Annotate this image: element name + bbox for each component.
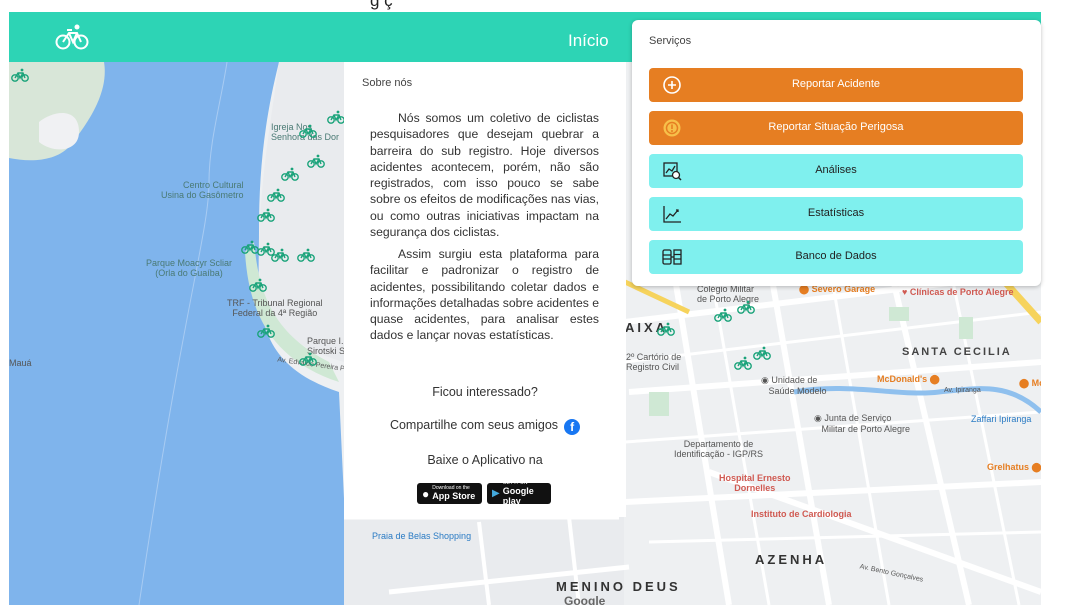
share-row: Compartilhe com seus amigos f	[344, 418, 626, 435]
map-label-praia: Praia de Belas Shopping	[372, 531, 472, 541]
clipped-header-text: g ç	[0, 0, 1066, 10]
bike-marker-icon[interactable]	[299, 124, 317, 138]
google-play-text: Google play	[502, 486, 534, 506]
services-title: Serviços	[649, 35, 692, 47]
map-label-parque-moacyr: Parque Moacyr Scliar (Orla do Guaíba)	[146, 258, 233, 278]
about-paragraph-1: Nós somos um coletivo de ciclistas pesqu…	[370, 111, 599, 240]
share-text: Compartilhe com seus amigos	[389, 418, 559, 432]
bike-marker-icon[interactable]	[657, 322, 675, 336]
report-accident-label: Reportar Acidente	[791, 78, 881, 90]
bike-marker-icon[interactable]	[249, 278, 267, 292]
bike-marker-icon[interactable]	[257, 208, 275, 222]
map-label-instituto: Instituto de Cardiologia	[751, 509, 852, 519]
map-label-azenha: AZENHA	[755, 552, 828, 567]
bike-marker-icon[interactable]	[753, 346, 771, 360]
bike-marker-icon[interactable]	[257, 324, 275, 338]
map-label-hospital: Hospital Ernesto Dornelles	[719, 473, 791, 493]
report-accident-button[interactable]: Reportar Acidente	[649, 68, 1023, 102]
map-label-clinicas: ♥ Clínicas de Porto Alegre	[902, 287, 1014, 297]
database-label: Banco de Dados	[795, 250, 877, 262]
bicycle-logo-icon[interactable]	[55, 22, 89, 52]
map-label-google: Google	[564, 594, 606, 605]
map-label-moita: ⬤ Moita L.	[1019, 378, 1041, 388]
apple-icon: ●	[422, 486, 430, 501]
analyses-button[interactable]: Análises	[649, 154, 1023, 188]
about-panel: Sobre nós Nós somos um coletivo de cicli…	[344, 62, 626, 517]
report-danger-button[interactable]: Reportar Situação Perigosa	[649, 111, 1023, 145]
facebook-icon[interactable]: f	[564, 419, 581, 435]
bike-marker-icon[interactable]	[11, 68, 29, 82]
map-label-menino-deus: MENINO DEUS	[556, 579, 681, 594]
google-play-button[interactable]: ▶ GET IT ON Google play	[487, 481, 551, 506]
app-store-button[interactable]: ● Download on the App Store	[417, 483, 482, 504]
about-paragraph-2: Assim surgiu esta plataforma para facili…	[370, 247, 599, 343]
statistics-label: Estatísticas	[807, 207, 865, 219]
nav-home-link[interactable]: Início	[568, 31, 609, 51]
map-label-santa-cecilia: SANTA CECILIA	[902, 346, 1012, 358]
bike-marker-icon[interactable]	[297, 248, 315, 262]
map-label-departamento: Departamento de Identificação - IGP/RS	[674, 439, 764, 459]
play-icon: ▶	[492, 488, 500, 499]
bike-marker-icon[interactable]	[734, 356, 752, 370]
bike-marker-icon[interactable]	[307, 154, 325, 168]
map-label-trf: TRF - Tribunal Regional Federal da 4ª Reg…	[227, 298, 323, 318]
map-label-cartorio: 2º Cartório de Registro Civil	[626, 352, 682, 372]
analyses-label: Análises	[815, 164, 857, 176]
clipped-title-text: g ç	[370, 0, 393, 10]
bike-marker-icon[interactable]	[714, 308, 732, 322]
map-label-unidade: ◉ Unidade de Saúde Modelo	[761, 375, 827, 396]
map-label-av-ipiranga: Av. Ipiranga	[944, 387, 981, 394]
app-store-text: App Store	[432, 491, 476, 501]
map-label-centro-cultural: Centro Cultural Usina do Gasômetro	[161, 180, 244, 200]
report-danger-label: Reportar Situação Perigosa	[768, 121, 904, 133]
bike-marker-icon[interactable]	[271, 248, 289, 262]
statistics-button[interactable]: Estatísticas	[649, 197, 1023, 231]
bike-marker-icon[interactable]	[299, 352, 317, 366]
map-label-grelhatus: Grelhatus ⬤	[987, 462, 1041, 472]
map-label-junta: ◉ Junta de Serviço Militar de Porto Aleg…	[814, 413, 911, 434]
services-panel: Serviços Reportar Acidente Reportar Situ…	[632, 20, 1041, 286]
map-label-mcdonalds: McDonald's ⬤	[877, 374, 940, 384]
download-text: Baixe o Aplicativo na	[427, 453, 543, 467]
interested-text: Ficou interessado?	[432, 385, 538, 399]
map-label-zaffari: Zaffari Ipiranga	[971, 414, 1032, 424]
bike-marker-icon[interactable]	[267, 188, 285, 202]
about-title: Sobre nós	[362, 77, 413, 89]
bike-marker-icon[interactable]	[327, 110, 345, 124]
bike-marker-icon[interactable]	[737, 300, 755, 314]
bike-marker-icon[interactable]	[281, 167, 299, 181]
database-button[interactable]: Banco de Dados	[649, 240, 1023, 274]
map-label-maua: Mauá	[9, 358, 32, 368]
